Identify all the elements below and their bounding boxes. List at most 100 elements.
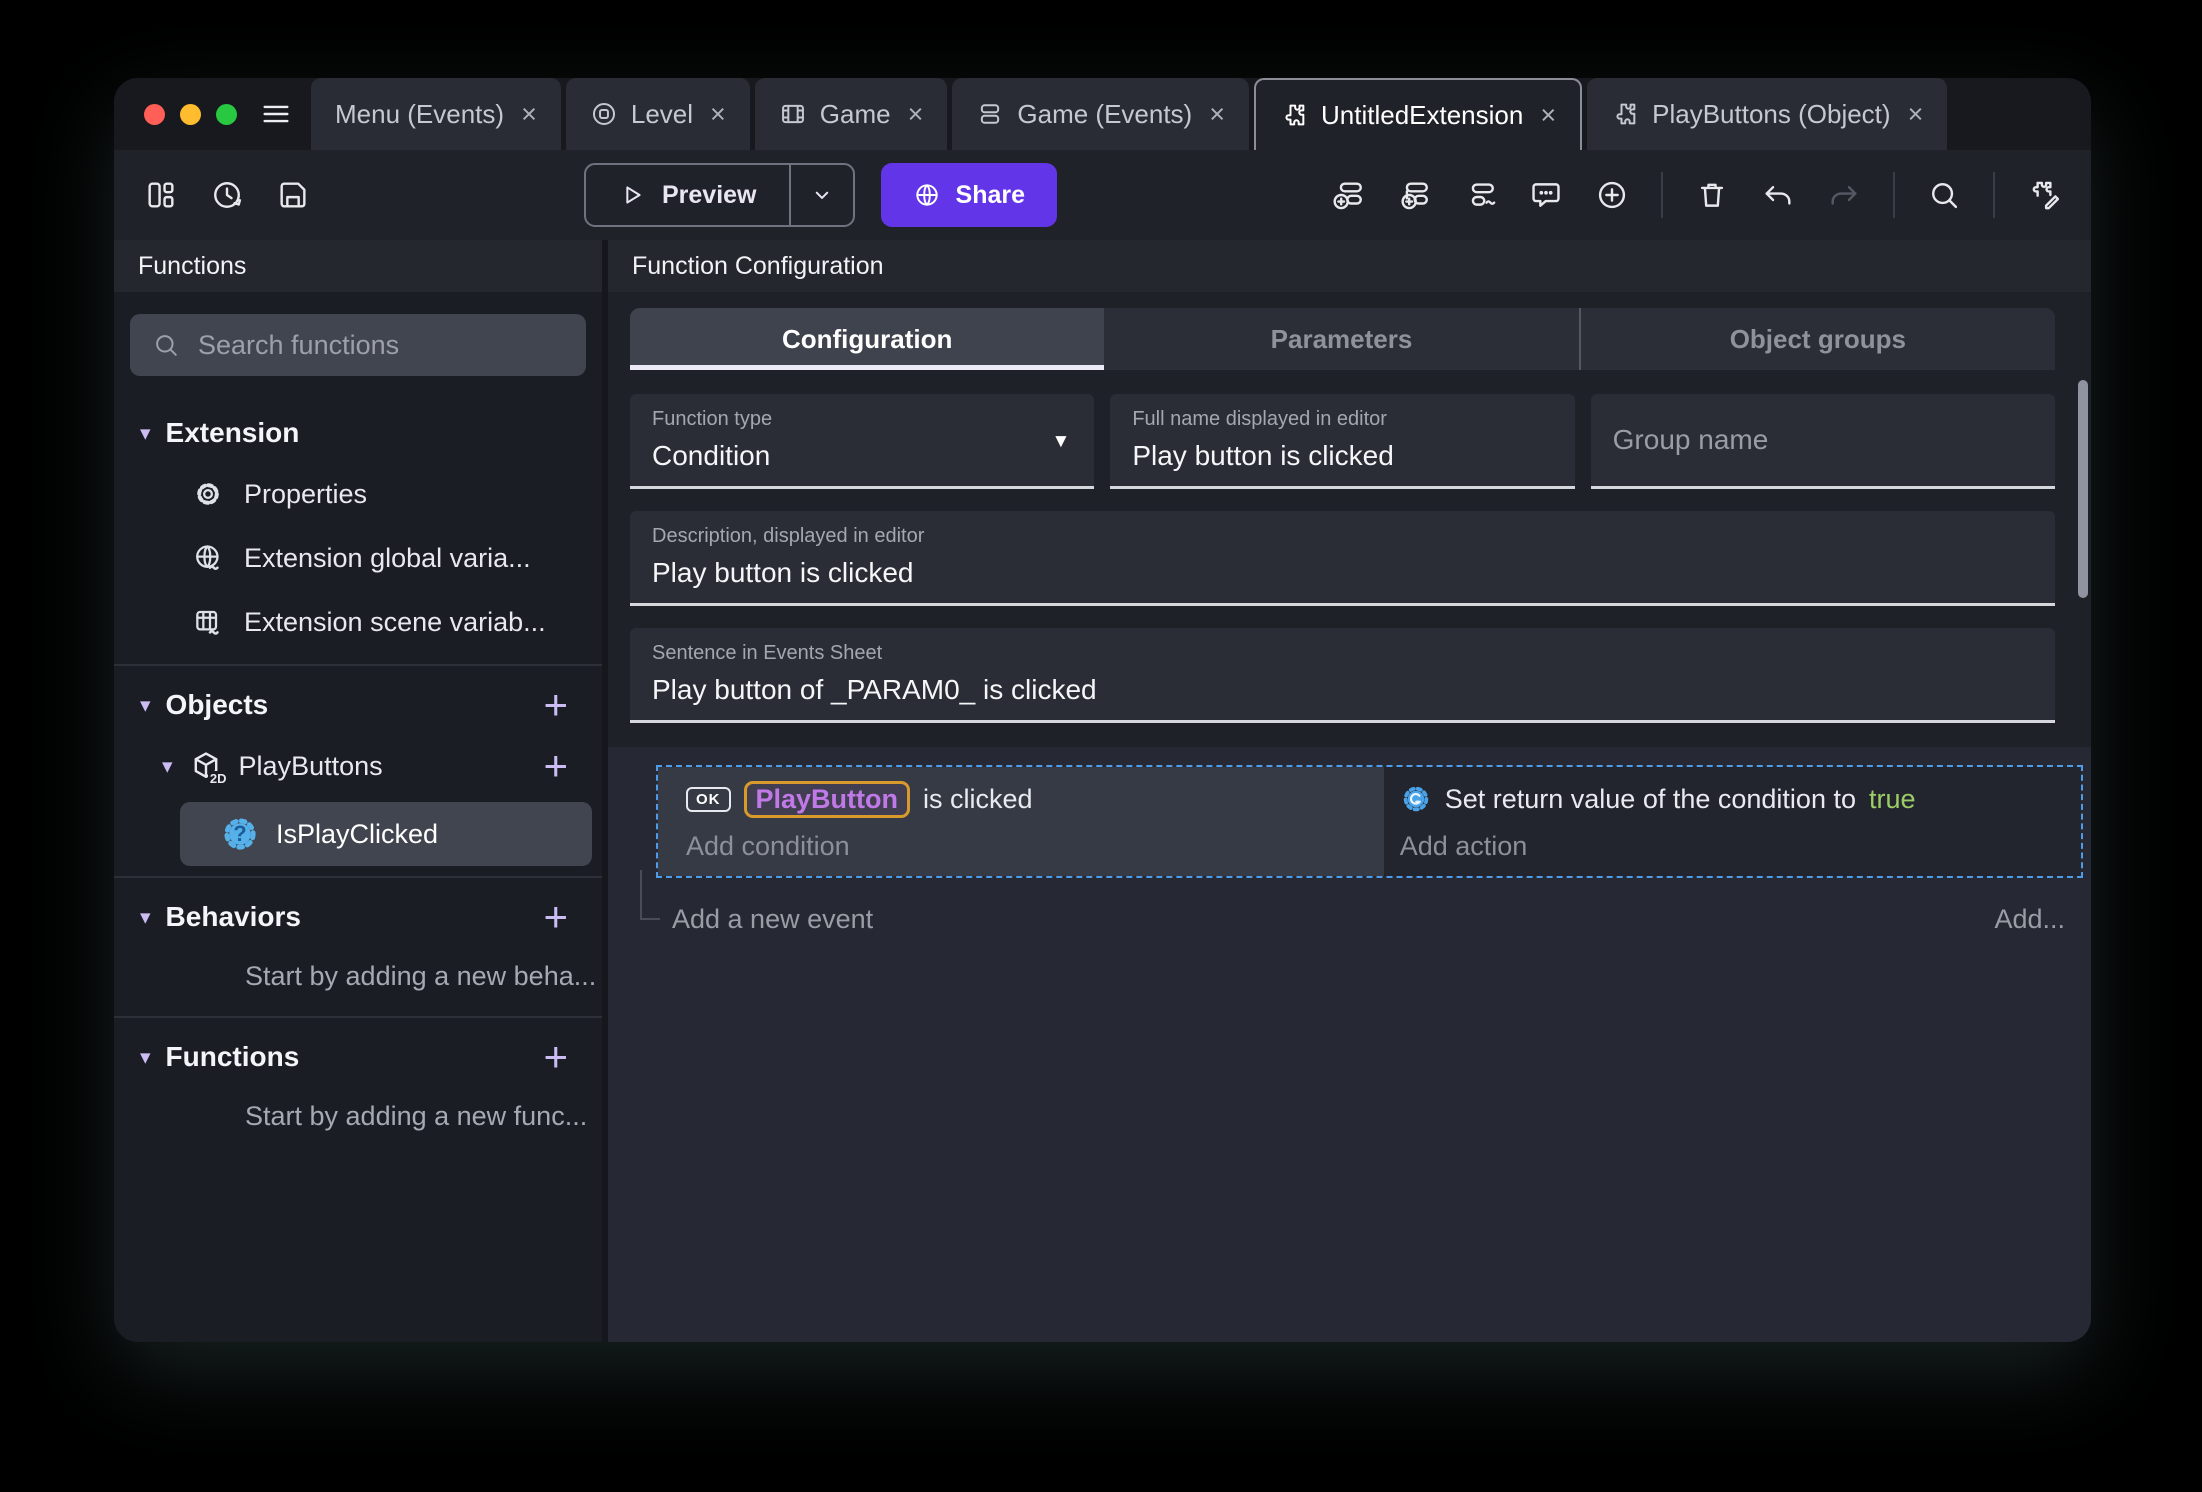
tab-game[interactable]: Game × <box>754 78 948 150</box>
tab-close-icon[interactable]: × <box>710 99 726 130</box>
history-icon[interactable] <box>210 178 244 212</box>
preview-options-button[interactable] <box>788 165 853 225</box>
sidebar-item-label: Extension scene variab... <box>244 606 546 637</box>
sidebar-title: Functions <box>114 240 602 292</box>
share-button[interactable]: Share <box>880 163 1057 227</box>
preview-label: Preview <box>662 180 757 209</box>
add-object-button[interactable]: + <box>543 684 568 726</box>
condition-object-chip[interactable]: PlayButton <box>743 780 911 818</box>
trash-icon[interactable] <box>1695 178 1729 212</box>
tab-label: PlayButtons (Object) <box>1652 98 1891 129</box>
add-action-button[interactable]: Add action <box>1400 826 2081 866</box>
field-value: Play button is clicked <box>1132 440 1394 471</box>
home-dashboard-icon[interactable] <box>144 178 178 212</box>
film-icon <box>779 100 807 128</box>
tab-close-icon[interactable]: × <box>1540 100 1556 131</box>
minimize-window-button[interactable] <box>180 103 201 125</box>
tab-menu-events[interactable]: Menu (Events) × <box>311 78 561 150</box>
section-label: Behaviors <box>165 901 301 932</box>
function-type-select[interactable]: Function type Condition ▼ <box>630 394 1095 489</box>
add-more-button[interactable]: Add... <box>1994 904 2065 935</box>
gear-icon <box>192 478 224 510</box>
condition-row[interactable]: OK PlayButton is clicked <box>686 776 1384 822</box>
object-2d-badge: 2D <box>207 771 227 786</box>
group-name-field[interactable]: Group name <box>1590 394 2055 489</box>
add-behavior-button[interactable]: + <box>543 896 568 938</box>
object-playbuttons[interactable]: ▾ 2D PlayButtons + <box>114 734 602 798</box>
search-functions-box[interactable] <box>130 314 586 376</box>
comment-icon[interactable] <box>1529 178 1563 212</box>
sidebar-item-extension-scene-variables[interactable]: Extension scene variab... <box>114 590 602 654</box>
action-row[interactable]: Set return value of the condition to tru… <box>1400 776 2081 822</box>
redo-icon[interactable] <box>1827 178 1861 212</box>
collapse-triangle-icon[interactable]: ▾ <box>140 423 151 444</box>
toolbar-divider <box>1993 172 1995 218</box>
open-tabs: Menu (Events) × Level × Game × Game (Eve… <box>311 78 2091 150</box>
events-sheet-icon <box>976 100 1004 128</box>
tab-close-icon[interactable]: × <box>1908 99 1924 130</box>
search-functions-input[interactable] <box>198 329 564 361</box>
tab-level[interactable]: Level × <box>565 78 750 150</box>
collapse-triangle-icon[interactable]: ▾ <box>140 907 151 928</box>
section-behaviors[interactable]: ▾ Behaviors + <box>114 888 602 946</box>
sentence-field[interactable]: Sentence in Events Sheet Play button of … <box>630 628 2055 723</box>
app-window: Menu (Events) × Level × Game × Game (Eve… <box>114 78 2091 1342</box>
field-value: Play button of _PARAM0_ is clicked <box>652 674 1097 705</box>
chevron-down-icon <box>808 181 836 209</box>
configuration-tabs: Configuration Parameters Object groups <box>630 308 2055 370</box>
tab-untitled-extension[interactable]: UntitledExtension × <box>1254 78 1583 150</box>
sidebar-item-label: Properties <box>244 478 368 509</box>
undo-icon[interactable] <box>1761 178 1795 212</box>
function-label: IsPlayClicked <box>276 818 439 849</box>
field-label: Description, displayed in editor <box>652 525 925 547</box>
main-menu-icon[interactable] <box>253 78 311 150</box>
section-functions[interactable]: ▾ Functions + <box>114 1028 602 1086</box>
functions-empty-text: Start by adding a new func... <box>245 1100 588 1131</box>
preview-button[interactable]: Preview <box>584 163 855 227</box>
maximize-window-button[interactable] <box>216 103 237 125</box>
action-value-true[interactable]: true <box>1869 784 1916 815</box>
add-circle-icon[interactable] <box>1595 178 1629 212</box>
scene-variables-icon <box>192 606 224 638</box>
add-object-function-button[interactable]: + <box>543 745 568 787</box>
scrollbar[interactable] <box>2078 380 2088 598</box>
conditions-column[interactable]: OK PlayButton is clicked Add condition <box>658 767 1384 876</box>
sidebar-item-extension-global-variables[interactable]: Extension global varia... <box>114 526 602 590</box>
save-icon[interactable] <box>276 178 310 212</box>
add-event-icon[interactable] <box>1331 178 1365 212</box>
function-isplayclicked-selected[interactable]: ? IsPlayClicked <box>180 802 592 866</box>
field-placeholder: Group name <box>1612 424 1769 455</box>
tab-label: Menu (Events) <box>335 98 505 129</box>
tab-playbuttons-object[interactable]: PlayButtons (Object) × <box>1587 78 1948 150</box>
collapse-triangle-icon[interactable]: ▾ <box>162 756 173 777</box>
tab-configuration[interactable]: Configuration <box>630 308 1105 370</box>
tab-object-groups[interactable]: Object groups <box>1578 308 2055 370</box>
field-label: Full name displayed in editor <box>1132 408 1387 430</box>
add-new-event-button[interactable]: Add a new event <box>672 904 873 935</box>
add-other-event-icon[interactable] <box>1463 178 1497 212</box>
tab-close-icon[interactable]: × <box>1209 99 1225 130</box>
dropdown-arrow-icon: ▼ <box>1051 430 1071 452</box>
actions-column[interactable]: Set return value of the condition to tru… <box>1383 767 2081 876</box>
close-window-button[interactable] <box>144 103 165 125</box>
add-condition-button[interactable]: Add condition <box>686 826 1384 866</box>
collapse-triangle-icon[interactable]: ▾ <box>140 1047 151 1068</box>
collapse-triangle-icon[interactable]: ▾ <box>140 695 151 716</box>
description-field[interactable]: Description, displayed in editor Play bu… <box>630 511 2055 606</box>
tab-parameters[interactable]: Parameters <box>1104 308 1578 370</box>
section-objects[interactable]: ▾ Objects + <box>114 676 602 734</box>
search-icon[interactable] <box>1927 178 1961 212</box>
behaviors-empty-text: Start by adding a new beha... <box>245 960 597 991</box>
add-subevent-icon[interactable] <box>1397 178 1431 212</box>
section-extension[interactable]: ▾ Extension <box>114 404 602 462</box>
full-name-field[interactable]: Full name displayed in editor Play butto… <box>1110 394 1575 489</box>
tab-label: Game <box>819 98 891 129</box>
sidebar-item-properties[interactable]: Properties <box>114 462 602 526</box>
globe-variables-icon <box>192 542 224 574</box>
add-function-button[interactable]: + <box>543 1036 568 1078</box>
tab-game-events[interactable]: Game (Events) × <box>952 78 1249 150</box>
edit-extension-icon[interactable] <box>2027 178 2061 212</box>
tab-close-icon[interactable]: × <box>521 99 537 130</box>
event-selected[interactable]: OK PlayButton is clicked Add condition S… <box>656 765 2083 878</box>
tab-close-icon[interactable]: × <box>908 99 924 130</box>
